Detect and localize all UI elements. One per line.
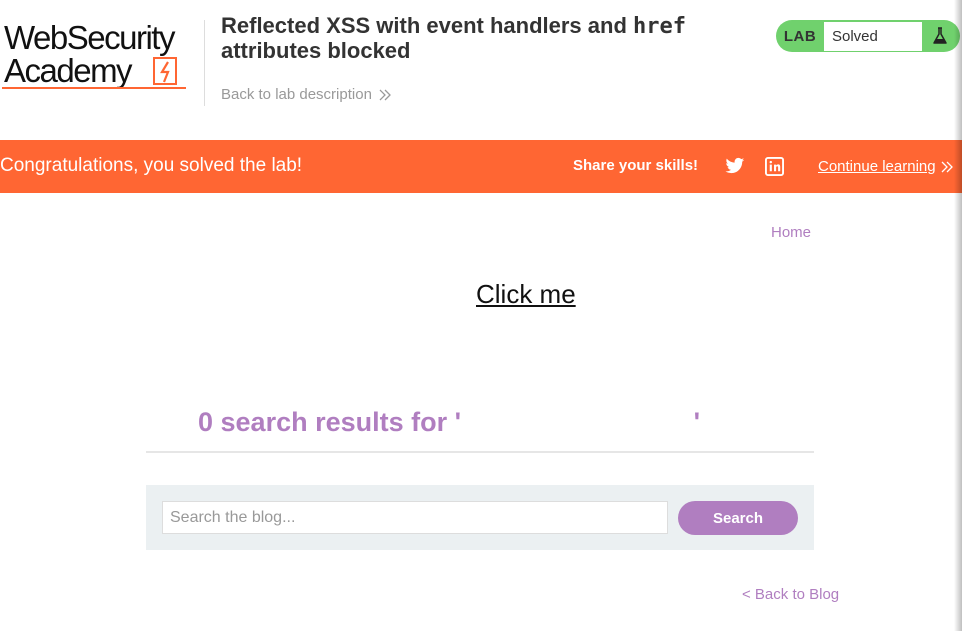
click-me-link[interactable]: Click me [476,279,576,310]
results-divider [146,451,814,453]
window-edge-shadow [954,0,962,631]
share-skills-label: Share your skills! [573,157,699,174]
linkedin-icon[interactable] [765,157,784,176]
lab-status-text: Solved [824,21,922,51]
lab-title: Reflected XSS with event handlers and hr… [221,14,761,63]
lab-title-code: href [633,14,686,39]
congratulations-message: Congratulations, you solved the lab! [0,155,303,176]
search-results-heading: 0 search results for ' ' [198,407,701,437]
web-security-academy-logo[interactable]: WebSecurity Academy [2,18,202,94]
blog-search-form: Search [146,485,814,550]
continue-learning-label: Continue learning [818,158,936,175]
back-to-lab-description-link[interactable]: Back to lab description [221,86,392,103]
lab-solved-banner: Congratulations, you solved the lab! Sha… [0,140,962,193]
logo-underline [2,87,186,89]
lab-title-suffix: attributes blocked [221,38,411,63]
header-divider [204,20,205,106]
home-nav-link[interactable]: Home [771,224,811,241]
back-to-lab-description-label: Back to lab description [221,86,372,103]
logo-line-2: Academy [4,52,133,89]
lab-status-widget: LAB Solved [776,20,960,52]
lab-title-prefix: Reflected XSS with event handlers and [221,13,633,38]
lab-badge: LAB [783,27,817,45]
twitter-icon[interactable] [725,157,745,175]
back-to-blog-link[interactable]: < Back to Blog [742,586,839,603]
search-input[interactable] [162,501,668,534]
continue-learning-link[interactable]: Continue learning [818,158,954,175]
double-chevron-right-icon [941,161,953,172]
double-chevron-right-icon [379,89,391,100]
academy-header: WebSecurity Academy Reflected XSS with e… [0,0,962,140]
search-button[interactable]: Search [678,501,798,535]
logo-lightning-icon [153,57,177,85]
flask-icon [922,20,958,52]
